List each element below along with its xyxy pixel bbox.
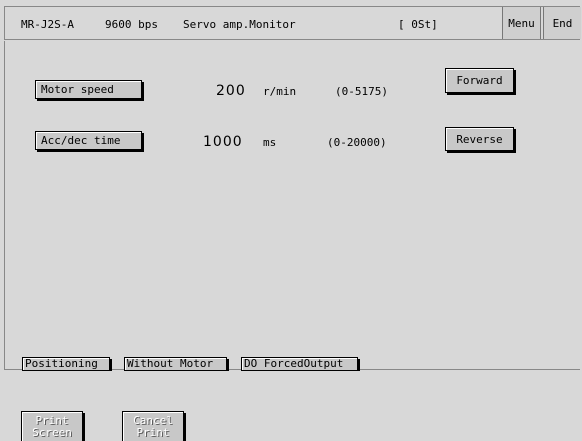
baud-rate-label: 9600 bps: [105, 18, 158, 31]
motor-speed-unit: r/min: [263, 85, 297, 98]
acc-dec-time-button[interactable]: Acc/dec time: [35, 131, 142, 150]
menu-button[interactable]: Menu: [502, 7, 541, 39]
positioning-button[interactable]: Positioning: [22, 357, 110, 371]
print-screen-button[interactable]: Print Screen: [21, 411, 83, 441]
bottom-bar: Print Screen Cancel Print: [0, 371, 582, 441]
motor-speed-range: (0-5175): [335, 85, 388, 98]
screen-title: Servo amp.Monitor: [183, 18, 296, 31]
acc-dec-time-value: 1000: [203, 134, 243, 150]
end-button[interactable]: End: [543, 7, 581, 39]
motor-speed-value: 200: [216, 83, 246, 99]
reverse-button[interactable]: Reverse: [445, 127, 514, 151]
do-forced-output-button[interactable]: DO ForcedOutput: [241, 357, 358, 371]
cancel-print-button[interactable]: Cancel Print: [122, 411, 184, 441]
motor-speed-button[interactable]: Motor speed: [35, 80, 142, 99]
acc-dec-time-range: (0-20000): [327, 136, 387, 149]
model-label: MR-J2S-A: [21, 18, 74, 31]
forward-button[interactable]: Forward: [445, 68, 514, 93]
monitor-panel: Motor speed 200 r/min (0-5175) Forward A…: [4, 41, 580, 371]
without-motor-button[interactable]: Without Motor: [124, 357, 227, 371]
title-bar: MR-J2S-A 9600 bps Servo amp.Monitor [ 0S…: [4, 6, 581, 40]
station-label: [ 0St]: [398, 18, 438, 31]
acc-dec-time-unit: ms: [263, 136, 277, 149]
